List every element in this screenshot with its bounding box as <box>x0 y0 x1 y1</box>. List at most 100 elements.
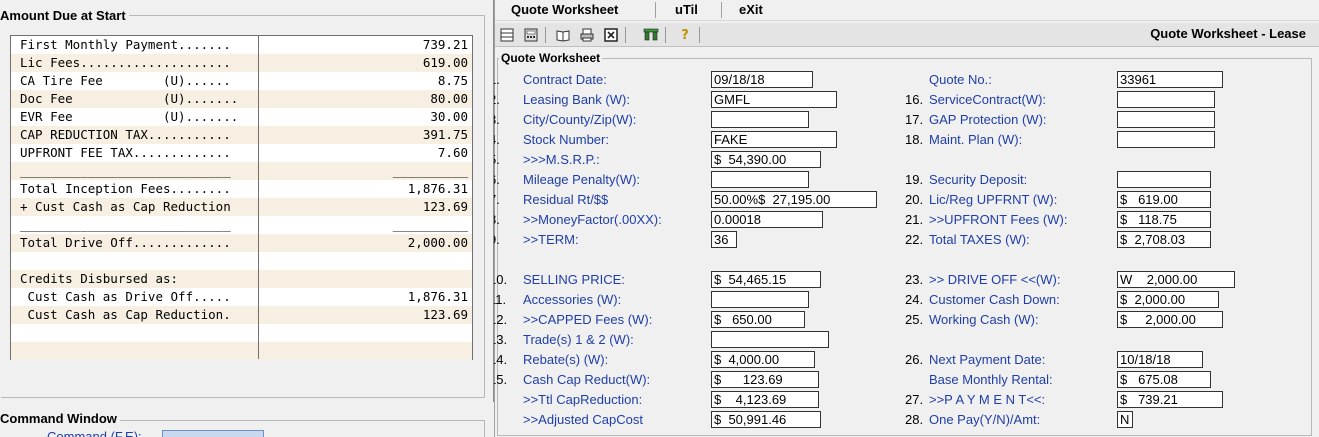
input-working-cash-w[interactable]: $ 2,000.00 <box>1117 311 1223 328</box>
command-input[interactable] <box>162 430 264 437</box>
amount-due-label: Cust Cash as Cap Reduction. <box>20 307 231 322</box>
amount-due-row: Doc Fee (U)....... 80.00 <box>11 90 472 108</box>
input-upfront-fees-w[interactable]: $ 118.75 <box>1117 211 1211 228</box>
printer-icon[interactable] <box>577 25 597 45</box>
label-term: >>TERM: <box>523 232 579 247</box>
amount-due-value: 7.60 <box>437 145 468 160</box>
input-adjusted-capcost[interactable]: $ 50,991.46 <box>711 411 821 428</box>
amount-due-row <box>11 252 472 270</box>
amount-due-label: Cust Cash as Drive Off..... <box>20 289 231 304</box>
field-number: 25. <box>905 312 924 327</box>
input-residual-rt[interactable]: 50.00%$ 27,195.00 <box>711 191 877 208</box>
field-number: 27. <box>905 392 924 407</box>
input-moneyfactor-00xx[interactable]: 0.00018 <box>711 211 823 228</box>
field-number: 16. <box>905 92 924 107</box>
binoculars-icon[interactable] <box>641 25 661 45</box>
menu-util[interactable]: uTil <box>669 1 704 19</box>
input-leasing-bank-w[interactable]: GMFL <box>711 91 837 108</box>
input-accessories-w[interactable] <box>711 291 809 308</box>
input-p-a-y-m-e-n-t[interactable]: $ 739.21 <box>1117 391 1223 408</box>
menu-separator <box>721 2 722 18</box>
input-drive-off-w[interactable]: W 2,000.00 <box>1117 271 1235 288</box>
input-mileage-penalty-w[interactable] <box>711 171 809 188</box>
input-cash-cap-reduct-w[interactable]: $ 123.69 <box>711 371 819 388</box>
input-maint-plan-w[interactable] <box>1117 131 1215 148</box>
field-number: 19. <box>905 172 924 187</box>
label-maint-plan-w: Maint. Plan (W): <box>929 132 1023 147</box>
label-servicecontract-w: ServiceContract(W): <box>929 92 1047 107</box>
label-base-monthly-rental: Base Monthly Rental: <box>929 372 1053 387</box>
label-working-cash-w: Working Cash (W): <box>929 312 1039 327</box>
input-one-pay-y-n-amt[interactable]: N <box>1117 411 1133 428</box>
amount-due-label: Total Drive Off............. <box>20 235 231 250</box>
input-city-county-zip-w[interactable] <box>711 111 809 128</box>
label-accessories-w: Accessories (W): <box>523 292 622 307</box>
amount-due-label: Credits Disbursed as: <box>20 271 179 286</box>
label-gap-protection-w: GAP Protection (W): <box>929 112 1047 127</box>
label-stock-number: Stock Number: <box>523 132 609 147</box>
amount-due-row: Lic Fees.................... 619.00 <box>11 54 472 72</box>
input-selling-price[interactable]: $ 54,465.15 <box>711 271 821 288</box>
menu-exit[interactable]: eXit <box>733 1 769 19</box>
amount-due-value: __________ <box>392 217 468 232</box>
input-quote-no[interactable]: 33961 <box>1117 71 1223 88</box>
field-number: 26. <box>905 352 924 367</box>
input-contract-date[interactable]: 09/18/18 <box>711 71 813 88</box>
toolbar-separator <box>699 27 700 43</box>
amount-due-row: CA Tire Fee (U)...... 8.75 <box>11 72 472 90</box>
amount-due-row: Credits Disbursed as: <box>11 270 472 288</box>
sheet-icon[interactable] <box>497 25 517 45</box>
input-total-taxes-w[interactable]: $ 2,708.03 <box>1117 231 1211 248</box>
input-security-deposit[interactable] <box>1117 171 1211 188</box>
amount-due-value: 123.69 <box>422 307 468 322</box>
input-capped-fees-w[interactable]: $ 650.00 <box>711 311 805 328</box>
input-trade-s-1-2-w[interactable] <box>711 331 829 348</box>
amount-due-label: Lic Fees.................... <box>20 55 231 70</box>
label-next-payment-date: Next Payment Date: <box>929 352 1046 367</box>
cancel-box-icon[interactable] <box>601 25 621 45</box>
field-number: 20. <box>905 192 924 207</box>
amount-due-label: Doc Fee (U)....... <box>20 91 239 106</box>
label-upfront-fees-w: >>UPFRONT Fees (W): <box>929 212 1068 227</box>
menu-bar: Quote Worksheet uTil eXit <box>495 0 1319 21</box>
input-servicecontract-w[interactable] <box>1117 91 1215 108</box>
amount-due-value: 8.75 <box>437 73 468 88</box>
input-gap-protection-w[interactable] <box>1117 111 1215 128</box>
label-city-county-zip-w: City/County/Zip(W): <box>523 112 637 127</box>
amount-due-row: EVR Fee (U)....... 30.00 <box>11 108 472 126</box>
input-m-s-r-p[interactable]: $ 54,390.00 <box>711 151 821 168</box>
input-next-payment-date[interactable]: 10/18/18 <box>1117 351 1203 368</box>
open-book-icon[interactable] <box>553 25 573 45</box>
label-trade-s-1-2-w: Trade(s) 1 & 2 (W): <box>523 332 634 347</box>
label-drive-off-w: >> DRIVE OFF <<(W): <box>929 272 1061 287</box>
toolbar-separator <box>665 27 666 43</box>
amount-due-value: 123.69 <box>422 199 468 214</box>
label-lic-reg-upfrnt-w: Lic/Reg UPFRNT (W): <box>929 192 1058 207</box>
toolbar-separator <box>625 27 626 43</box>
menu-separator <box>655 2 656 18</box>
input-stock-number[interactable]: FAKE <box>711 131 837 148</box>
amount-due-label: EVR Fee (U)....... <box>20 109 239 124</box>
help-icon[interactable]: ? <box>675 25 695 45</box>
input-ttl-capreduction[interactable]: $ 4,123.69 <box>711 391 819 408</box>
amount-due-label: First Monthly Payment....... <box>20 37 231 52</box>
input-customer-cash-down[interactable]: $ 2,000.00 <box>1117 291 1219 308</box>
amount-due-value: 80.00 <box>430 91 468 106</box>
amount-due-value: 2,000.00 <box>407 235 468 250</box>
calculator-icon[interactable] <box>521 25 541 45</box>
window-title: Quote Worksheet - Lease <box>1150 26 1306 41</box>
amount-due-row <box>11 342 472 360</box>
input-lic-reg-upfrnt-w[interactable]: $ 619.00 <box>1117 191 1211 208</box>
label-leasing-bank-w: Leasing Bank (W): <box>523 92 630 107</box>
label-rebate-s-w: Rebate(s) (W): <box>523 352 609 367</box>
amount-due-value: __________ <box>392 163 468 178</box>
field-number: 28. <box>905 412 924 427</box>
amount-due-row <box>11 324 472 342</box>
input-base-monthly-rental[interactable]: $ 675.08 <box>1117 371 1211 388</box>
amount-due-row: First Monthly Payment....... 739.21 <box>11 36 472 54</box>
input-term[interactable]: 36 <box>711 231 737 248</box>
command-label: Command (F,E): <box>47 429 142 437</box>
input-rebate-s-w[interactable]: $ 4,000.00 <box>711 351 815 368</box>
quote-worksheet-legend: Quote Worksheet <box>499 51 603 65</box>
menu-quote-worksheet[interactable]: Quote Worksheet <box>505 1 624 19</box>
